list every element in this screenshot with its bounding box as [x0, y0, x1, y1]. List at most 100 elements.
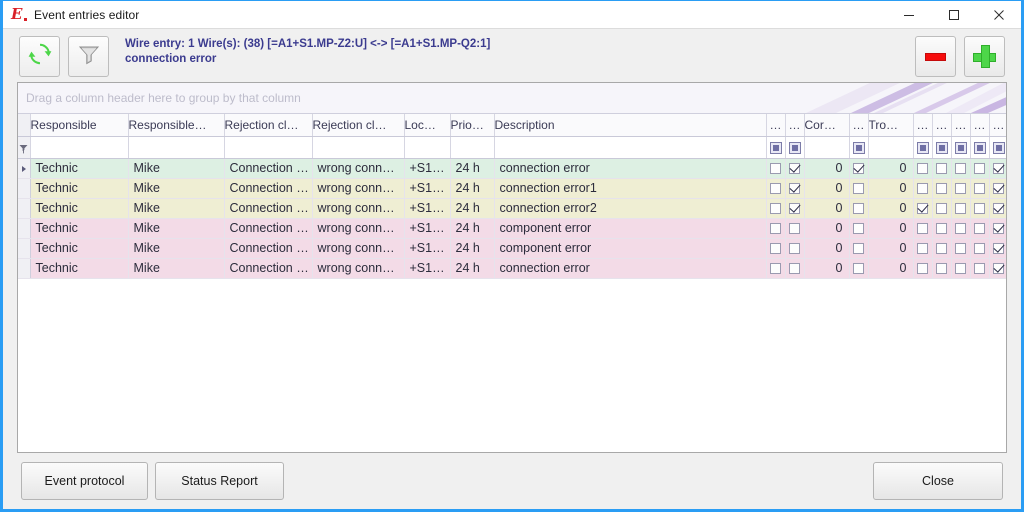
cell-checkbox-c6[interactable] — [951, 198, 970, 218]
cell-checkbox-c5[interactable] — [932, 218, 951, 238]
status-report-button[interactable]: Status Report — [155, 462, 284, 500]
cell-checkbox-c4[interactable] — [913, 218, 932, 238]
checkbox-unchecked-icon[interactable] — [917, 183, 928, 194]
table-row[interactable]: TechnicMikeConnection …wrong conn…+S1…24… — [18, 258, 1007, 278]
cell-checkbox-c2[interactable] — [785, 258, 804, 278]
add-entry-button[interactable] — [964, 36, 1005, 77]
checkbox-unchecked-icon[interactable] — [974, 183, 985, 194]
column-header-rejection2[interactable]: Rejection cl… — [312, 114, 404, 136]
checkbox-unchecked-icon[interactable] — [936, 183, 947, 194]
checkbox-checked-icon[interactable] — [993, 183, 1004, 194]
checkbox-unchecked-icon[interactable] — [917, 223, 928, 234]
table-row[interactable]: TechnicMikeConnection …wrong conn…+S1…24… — [18, 218, 1007, 238]
cell-checkbox-c6[interactable] — [951, 218, 970, 238]
cell-description[interactable]: connection error — [494, 158, 766, 178]
cell-prio[interactable]: 24 h — [450, 158, 494, 178]
checkbox-unchecked-icon[interactable] — [955, 223, 966, 234]
cell-tro[interactable]: 0 — [868, 218, 913, 238]
cell-checkbox-c4[interactable] — [913, 238, 932, 258]
cell-checkbox-c3[interactable] — [849, 238, 868, 258]
checkbox-checked-icon[interactable] — [789, 183, 800, 194]
cell-rejection2[interactable]: wrong conn… — [312, 178, 404, 198]
checkbox-unchecked-icon[interactable] — [770, 163, 781, 174]
cell-checkbox-c4[interactable] — [913, 258, 932, 278]
checkbox-unchecked-icon[interactable] — [853, 263, 864, 274]
cell-checkbox-c2[interactable] — [785, 238, 804, 258]
checkbox-unchecked-icon[interactable] — [917, 263, 928, 274]
checkbox-unchecked-icon[interactable] — [936, 163, 947, 174]
checkbox-unchecked-icon[interactable] — [955, 263, 966, 274]
checkbox-checked-icon[interactable] — [917, 203, 928, 214]
checkbox-unchecked-icon[interactable] — [955, 163, 966, 174]
cell-checkbox-c6[interactable] — [951, 158, 970, 178]
checkbox-checked-icon[interactable] — [789, 163, 800, 174]
checkbox-checked-icon[interactable] — [993, 243, 1004, 254]
cell-tro[interactable]: 0 — [868, 158, 913, 178]
cell-responsible[interactable]: Technic — [30, 198, 128, 218]
cell-description[interactable]: component error — [494, 238, 766, 258]
event-protocol-button[interactable]: Event protocol — [21, 462, 148, 500]
checkbox-unchecked-icon[interactable] — [770, 203, 781, 214]
filter-checkbox-icon[interactable] — [936, 142, 948, 154]
cell-description[interactable]: connection error — [494, 258, 766, 278]
cell-cor[interactable]: 0 — [804, 198, 849, 218]
cell-rejection1[interactable]: Connection … — [224, 238, 312, 258]
cell-checkbox-c5[interactable] — [932, 238, 951, 258]
cell-responsible2[interactable]: Mike — [128, 258, 224, 278]
cell-description[interactable]: connection error2 — [494, 198, 766, 218]
filter-checkbox-icon[interactable] — [853, 142, 865, 154]
cell-rejection2[interactable]: wrong conn… — [312, 198, 404, 218]
cell-checkbox-c1[interactable] — [766, 178, 785, 198]
cell-tro[interactable]: 0 — [868, 258, 913, 278]
filter-cell-c7[interactable] — [970, 136, 989, 158]
cell-checkbox-c7[interactable] — [970, 178, 989, 198]
cell-loc[interactable]: +S1… — [404, 258, 450, 278]
filter-cell-rejection1[interactable] — [224, 136, 312, 158]
cell-rejection1[interactable]: Connection … — [224, 218, 312, 238]
cell-checkbox-c8[interactable] — [989, 258, 1007, 278]
filter-cell-c6[interactable] — [951, 136, 970, 158]
checkbox-unchecked-icon[interactable] — [974, 263, 985, 274]
cell-checkbox-c5[interactable] — [932, 158, 951, 178]
filter-checkbox-icon[interactable] — [770, 142, 782, 154]
cell-checkbox-c1[interactable] — [766, 258, 785, 278]
column-header-c7[interactable]: … — [970, 114, 989, 136]
cell-checkbox-c1[interactable] — [766, 218, 785, 238]
column-header-tro[interactable]: Tro… — [868, 114, 913, 136]
close-button[interactable]: Close — [873, 462, 1003, 500]
cell-rejection1[interactable]: Connection … — [224, 158, 312, 178]
refresh-button[interactable] — [19, 36, 60, 77]
column-header-responsible[interactable]: Responsible — [30, 114, 128, 136]
filter-checkbox-icon[interactable] — [789, 142, 801, 154]
checkbox-unchecked-icon[interactable] — [917, 243, 928, 254]
column-header-rejection1[interactable]: Rejection cl… — [224, 114, 312, 136]
table-row[interactable]: TechnicMikeConnection …wrong conn…+S1…24… — [18, 198, 1007, 218]
cell-checkbox-c5[interactable] — [932, 258, 951, 278]
cell-rejection2[interactable]: wrong conn… — [312, 238, 404, 258]
cell-loc[interactable]: +S1… — [404, 198, 450, 218]
grid-filter-row[interactable] — [18, 136, 1007, 158]
checkbox-unchecked-icon[interactable] — [853, 203, 864, 214]
cell-checkbox-c4[interactable] — [913, 158, 932, 178]
column-header-cor[interactable]: Cor… — [804, 114, 849, 136]
cell-checkbox-c7[interactable] — [970, 238, 989, 258]
checkbox-unchecked-icon[interactable] — [974, 163, 985, 174]
cell-checkbox-c3[interactable] — [849, 258, 868, 278]
checkbox-unchecked-icon[interactable] — [789, 263, 800, 274]
cell-checkbox-c8[interactable] — [989, 218, 1007, 238]
cell-cor[interactable]: 0 — [804, 238, 849, 258]
cell-responsible2[interactable]: Mike — [128, 178, 224, 198]
cell-prio[interactable]: 24 h — [450, 218, 494, 238]
cell-checkbox-c5[interactable] — [932, 178, 951, 198]
cell-checkbox-c8[interactable] — [989, 198, 1007, 218]
cell-checkbox-c7[interactable] — [970, 218, 989, 238]
filter-button[interactable] — [68, 36, 109, 77]
grid-header-row[interactable]: ResponsibleResponsible…Rejection cl…Reje… — [18, 114, 1007, 136]
cell-tro[interactable]: 0 — [868, 238, 913, 258]
checkbox-unchecked-icon[interactable] — [955, 243, 966, 254]
cell-checkbox-c3[interactable] — [849, 178, 868, 198]
filter-cell-c2[interactable] — [785, 136, 804, 158]
column-header-description[interactable]: Description — [494, 114, 766, 136]
cell-checkbox-c2[interactable] — [785, 158, 804, 178]
filter-cell-c8[interactable] — [989, 136, 1007, 158]
